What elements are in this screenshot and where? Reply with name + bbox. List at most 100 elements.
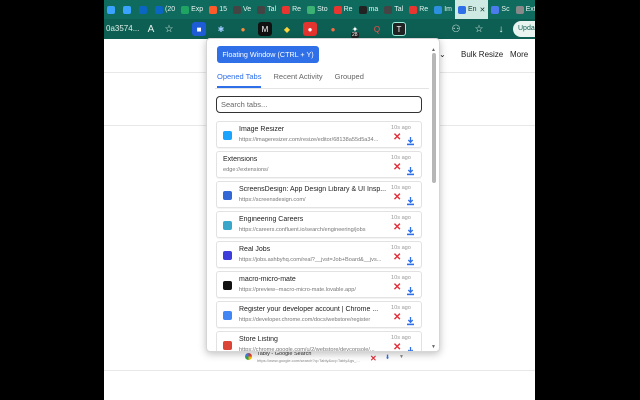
extension-icon-7[interactable]: ● (326, 22, 340, 36)
chrome-icon (223, 311, 232, 320)
tab-label: 15 (219, 6, 227, 13)
letterbox-left (0, 0, 104, 400)
update-button[interactable]: Upda (513, 21, 535, 37)
browser-tab[interactable] (136, 0, 152, 19)
downloads-icon[interactable]: ↓ (494, 22, 508, 36)
close-tab-icon[interactable]: ✕ (393, 163, 401, 173)
screensdesign-icon (223, 191, 232, 200)
tab-favicon-icon (181, 5, 190, 14)
browser-tab[interactable]: Sto (304, 0, 331, 19)
read-aloud-icon[interactable]: A (144, 22, 158, 36)
scroll-down-arrow-icon[interactable]: ▼ (431, 344, 436, 350)
close-tab-icon[interactable]: ✕ (393, 313, 401, 323)
save-download-icon[interactable] (406, 193, 415, 206)
close-tab-icon[interactable]: ✕ (393, 283, 401, 293)
browser-tab[interactable] (104, 0, 120, 19)
browser-tab[interactable]: Re (406, 0, 431, 19)
chevron-down-icon: ▼ (399, 354, 404, 360)
tab-card-url: https://preview--macro-micro-mate.lovabl… (239, 287, 356, 293)
tab-favicon-icon (307, 5, 316, 14)
tab-card-url: https://jobs.ashbyhq.com/real?__jvst=Job… (239, 257, 382, 263)
browser-tab[interactable]: Im (431, 0, 455, 19)
browser-tab[interactable] (120, 0, 136, 19)
save-download-icon[interactable] (406, 253, 415, 266)
tab-card-title: Register your developer account | Chrome… (239, 306, 379, 313)
letterbox-right (535, 0, 640, 400)
browser-tab[interactable]: Re (331, 0, 356, 19)
close-tab-icon[interactable]: ✕ (393, 343, 401, 352)
tab-label: Im (444, 6, 452, 13)
extension-icon-5[interactable]: ◆ (280, 22, 294, 36)
browser-tab[interactable]: Ext (513, 0, 535, 19)
ashby-icon (223, 251, 232, 260)
google-icon (245, 353, 252, 360)
tab-card[interactable]: Real Jobs https://jobs.ashbyhq.com/real?_… (216, 241, 422, 268)
tab-card[interactable]: macro-micro-mate https://preview--macro-m… (216, 271, 422, 298)
tab-card[interactable]: Engineering Careers https://careers.confl… (216, 211, 422, 238)
tab-label: Sc (501, 6, 510, 13)
tab-manager-popup: Floating Window (CTRL + Y) Opened Tabs R… (206, 38, 440, 352)
close-tab-icon[interactable]: ✕ (393, 223, 401, 233)
save-download-icon[interactable] (406, 283, 415, 296)
extension-icon-3[interactable]: ● (236, 22, 250, 36)
extension-icon-6[interactable]: ● (303, 22, 317, 36)
browser-tab[interactable]: Tal (381, 0, 406, 19)
search-tabs-input[interactable]: Search tabs... (216, 96, 422, 113)
tab-card-url: https://imageresizer.com/resize/editor/6… (239, 137, 379, 143)
browser-tab[interactable]: 15 (206, 0, 230, 19)
extension-icon-1[interactable]: ■ (192, 22, 206, 36)
tab-card[interactable]: Image Resizer https://imageresizer.com/re… (216, 121, 422, 148)
tab-card-title: macro-micro-mate (239, 276, 296, 283)
save-download-icon[interactable] (406, 223, 415, 236)
collections-icon[interactable]: ☆ (472, 22, 486, 36)
scrollbar-thumb[interactable] (432, 53, 436, 183)
save-download-icon[interactable] (406, 163, 415, 176)
tab-grouped[interactable]: Grouped (335, 72, 364, 88)
bulk-resize-button[interactable]: Bulk Resize (461, 50, 503, 59)
browser-tab[interactable]: Ve (230, 0, 254, 19)
extension-icon-2[interactable]: ✱ (214, 22, 228, 36)
browser-tab[interactable]: Exp (178, 0, 206, 19)
browser-tab[interactable]: Tal (254, 0, 279, 19)
tab-card-url: edge://extensions/ (223, 167, 269, 173)
extension-icon-4[interactable]: M (258, 22, 272, 36)
dragged-tab-preview: Tably - Google Search https://www.google… (245, 350, 435, 366)
tab-recent-activity[interactable]: Recent Activity (273, 72, 322, 88)
tab-favicon-icon (491, 5, 500, 14)
tab-card[interactable]: Extensions edge://extensions/10s ago ✕ (216, 151, 422, 178)
floating-window-button[interactable]: Floating Window (CTRL + Y) (217, 46, 319, 63)
browser-tab[interactable]: Re (279, 0, 304, 19)
tab-favicon-icon (107, 5, 115, 14)
browser-tab[interactable]: En ✕ (454, 0, 489, 19)
tab-favicon-icon (409, 5, 418, 14)
close-tab-icon[interactable]: ✕ (393, 193, 401, 203)
save-download-icon[interactable] (406, 343, 415, 351)
extensions-puzzle-icon[interactable]: ⚇ (449, 22, 463, 36)
tab-label: Tal (267, 6, 277, 13)
tab-card[interactable]: ScreensDesign: App Design Library & UI I… (216, 181, 422, 208)
webstore-icon (223, 341, 232, 350)
close-tab-icon[interactable]: ✕ (480, 6, 486, 14)
tab-opened-tabs[interactable]: Opened Tabs (217, 72, 262, 88)
tab-card[interactable]: Register your developer account | Chrome… (216, 301, 422, 328)
more-button[interactable]: More (510, 50, 528, 59)
save-download-icon[interactable] (406, 133, 415, 146)
close-tab-icon[interactable]: ✕ (393, 133, 401, 143)
browser-tab[interactable]: ma (356, 0, 382, 19)
browser-tab[interactable]: Sc (488, 0, 512, 19)
close-tab-icon[interactable]: ✕ (393, 253, 401, 263)
favorite-star-icon[interactable]: ☆ (162, 22, 176, 36)
tab-favicon-icon (457, 5, 466, 14)
tab-favicon-icon (232, 5, 241, 14)
page-chevron-icon[interactable]: ⌄ (439, 50, 446, 59)
save-download-icon[interactable] (406, 313, 415, 326)
tab-card[interactable]: Store Listing https://chrome.google.com/u… (216, 331, 422, 352)
tab-manager-extension-icon[interactable]: T (392, 22, 406, 36)
tab-favicon-icon (139, 5, 147, 14)
tab-label: (20 (165, 6, 176, 13)
extension-icon-8[interactable]: ✦ 28 (348, 22, 362, 38)
tab-card-title: Real Jobs (239, 246, 271, 253)
tab-favicon-icon (257, 5, 266, 14)
browser-tab[interactable]: (20 (152, 0, 178, 19)
extension-icon-9[interactable]: Q (370, 22, 384, 36)
